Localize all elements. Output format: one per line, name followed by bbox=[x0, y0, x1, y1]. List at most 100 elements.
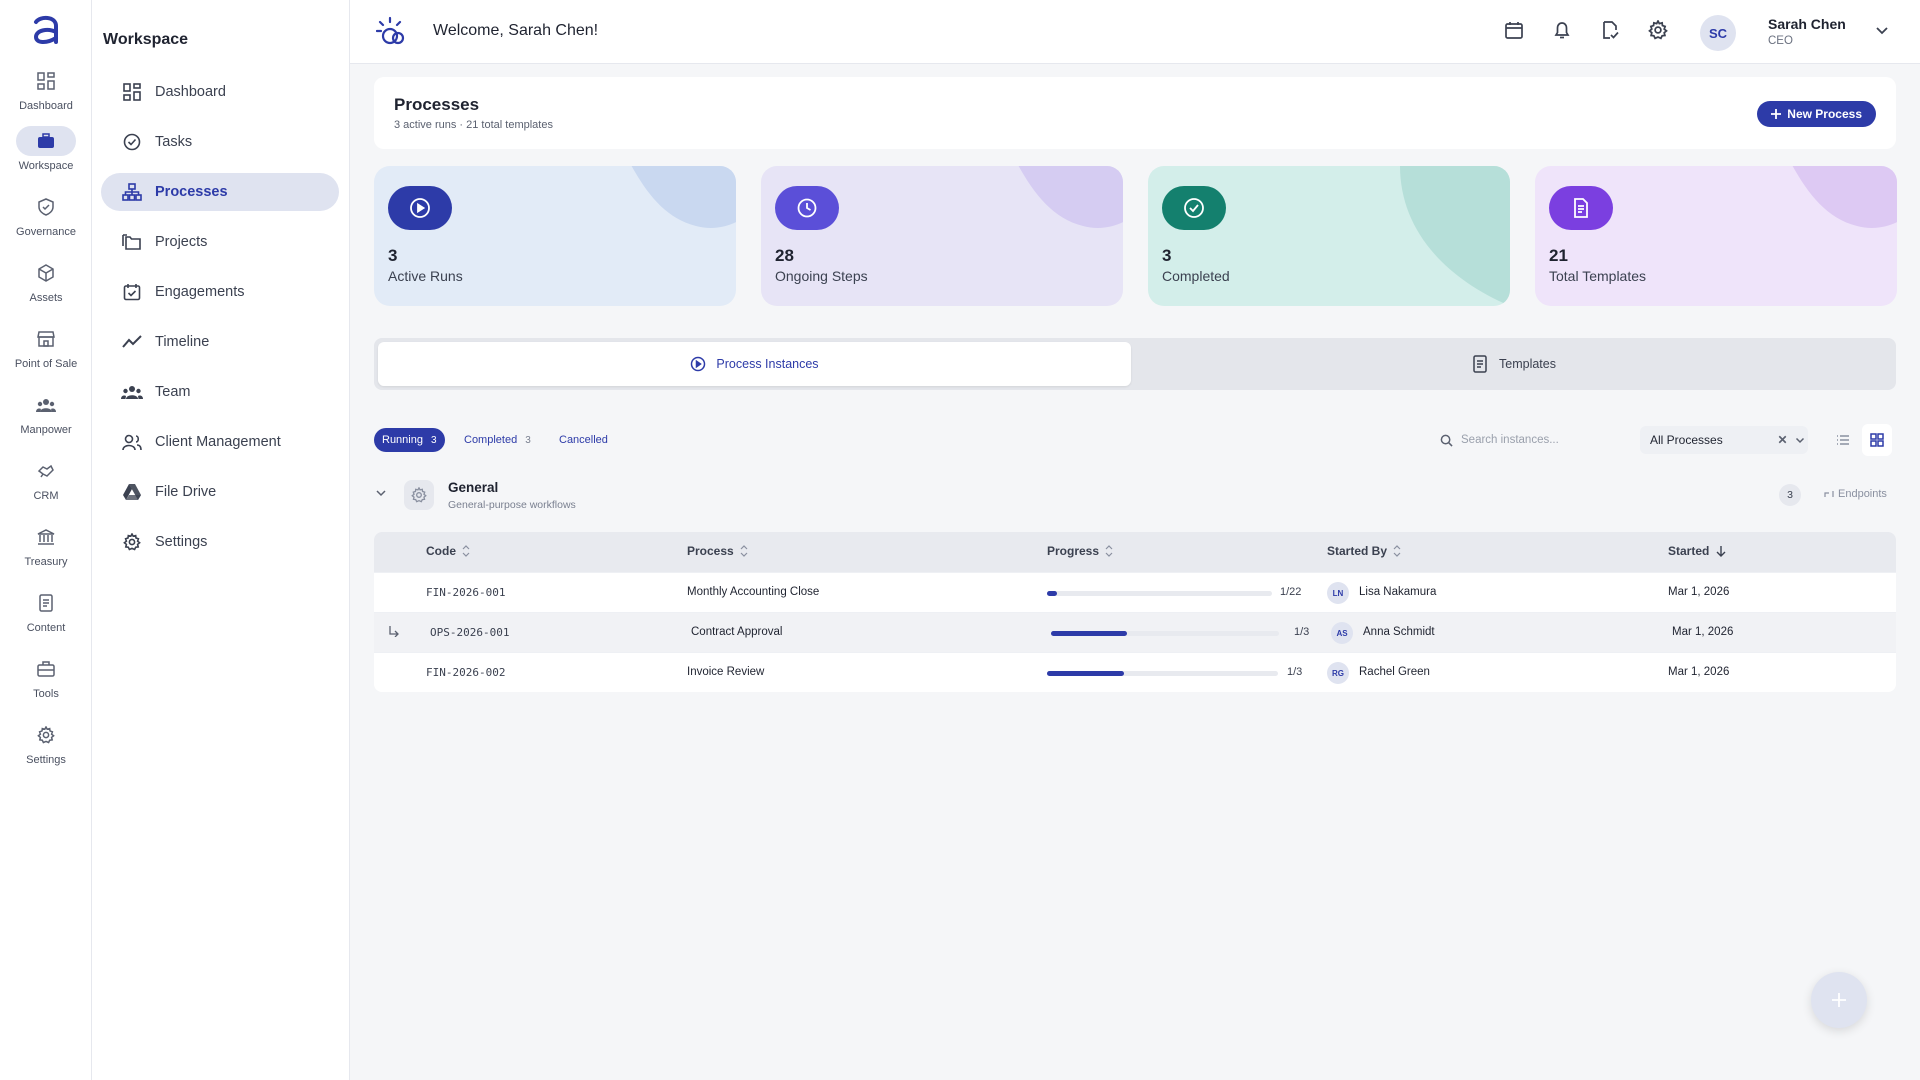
bank-icon bbox=[16, 522, 76, 552]
sidebar-item-timeline[interactable]: Timeline bbox=[101, 323, 339, 361]
process-filter-select[interactable]: All Processes bbox=[1640, 426, 1808, 454]
column-header-started[interactable]: Started bbox=[1668, 544, 1727, 558]
list-view-icon[interactable] bbox=[1828, 424, 1858, 456]
filter-completed[interactable]: Completed 3 bbox=[456, 428, 539, 452]
column-header-code[interactable]: Code bbox=[426, 544, 470, 558]
cell-started-by: Anna Schmidt bbox=[1363, 626, 1435, 638]
stat-label: Completed bbox=[1162, 268, 1230, 284]
rail-item-treasury[interactable]: Treasury bbox=[0, 522, 92, 582]
avatar: LN bbox=[1327, 582, 1349, 604]
column-header-progress[interactable]: Progress bbox=[1047, 544, 1113, 558]
endpoints-link[interactable]: Endpoints bbox=[1824, 488, 1887, 500]
document-icon bbox=[1549, 186, 1613, 230]
toolbox-icon bbox=[16, 654, 76, 684]
sidebar-item-team[interactable]: Team bbox=[101, 373, 339, 411]
table-row[interactable]: FIN-2026-001 Monthly Accounting Close 1/… bbox=[374, 572, 1896, 612]
sidebar-item-label: Settings bbox=[155, 534, 208, 550]
bell-icon[interactable] bbox=[1552, 20, 1574, 42]
chevron-down-icon[interactable] bbox=[374, 486, 392, 504]
cell-code[interactable]: FIN-2026-001 bbox=[426, 586, 505, 599]
progress-fill bbox=[1047, 591, 1058, 596]
progress-bar bbox=[1051, 631, 1279, 636]
rail-item-dashboard[interactable]: Dashboard bbox=[0, 66, 92, 126]
cell-process[interactable]: Contract Approval bbox=[691, 626, 782, 638]
rail-item-governance[interactable]: Governance bbox=[0, 192, 92, 252]
settings-gear-icon[interactable] bbox=[1648, 20, 1670, 42]
sidebar-item-engagements[interactable]: Engagements bbox=[101, 273, 339, 311]
rail-label: Content bbox=[26, 622, 66, 634]
stat-card-total-templates[interactable]: 21 Total Templates bbox=[1535, 166, 1897, 306]
view-tabs: Process Instances Templates bbox=[374, 338, 1896, 390]
sidebar-item-label: Team bbox=[155, 384, 191, 400]
add-fab-button[interactable] bbox=[1811, 972, 1867, 1028]
sidebar-item-processes[interactable]: Processes bbox=[101, 173, 339, 211]
play-circle-icon bbox=[388, 186, 452, 230]
tab-templates[interactable]: Templates bbox=[1135, 342, 1892, 386]
chevron-down-icon[interactable] bbox=[1794, 434, 1806, 446]
progress-bar bbox=[1047, 591, 1272, 596]
stat-card-completed[interactable]: 3 Completed bbox=[1148, 166, 1510, 306]
filter-running[interactable]: Running 3 bbox=[374, 428, 445, 452]
welcome-message: Welcome, Sarah Chen! bbox=[433, 22, 599, 39]
column-header-started-by[interactable]: Started By bbox=[1327, 544, 1401, 558]
cell-started-by: Lisa Nakamura bbox=[1359, 586, 1437, 598]
user-name[interactable]: Sarah Chen bbox=[1768, 16, 1846, 32]
decorative-blob bbox=[1018, 166, 1123, 228]
cell-code[interactable]: OPS-2026-001 bbox=[430, 626, 509, 639]
user-avatar[interactable]: SC bbox=[1700, 15, 1736, 51]
rail-item-content[interactable]: Content bbox=[0, 588, 92, 648]
rail-item-settings[interactable]: Settings bbox=[0, 720, 92, 780]
page-subtitle: 3 active runs · 21 total templates bbox=[394, 119, 553, 131]
page-title: Processes bbox=[394, 95, 480, 114]
sidebar-item-projects[interactable]: Projects bbox=[101, 223, 339, 261]
people-icon bbox=[16, 390, 76, 420]
rail-label: Point of Sale bbox=[14, 358, 78, 370]
rail-item-workspace[interactable]: Workspace bbox=[0, 126, 92, 186]
rail-item-manpower[interactable]: Manpower bbox=[0, 390, 92, 450]
app-logo-icon[interactable] bbox=[28, 12, 64, 48]
table-row[interactable]: OPS-2026-001 Contract Approval 1/3 AS An… bbox=[374, 612, 1896, 652]
sidebar-item-file-drive[interactable]: File Drive bbox=[101, 473, 339, 511]
progress-text: 1/3 bbox=[1294, 626, 1310, 638]
process-instances-table: Code Process Progress Started By Started… bbox=[374, 532, 1896, 692]
stat-card-ongoing-steps[interactable]: 28 Ongoing Steps bbox=[761, 166, 1123, 306]
sidebar-item-label: Timeline bbox=[155, 334, 210, 350]
stat-card-active-runs[interactable]: 3 Active Runs bbox=[374, 166, 736, 306]
cell-started: Mar 1, 2026 bbox=[1668, 666, 1730, 678]
client-icon bbox=[121, 431, 143, 453]
sidebar-item-dashboard[interactable]: Dashboard bbox=[101, 73, 339, 111]
chevron-down-icon[interactable] bbox=[1874, 22, 1892, 40]
cell-started-by: Rachel Green bbox=[1359, 666, 1430, 678]
task-document-icon[interactable] bbox=[1600, 20, 1622, 42]
cube-icon bbox=[16, 258, 76, 288]
rail-item-crm[interactable]: CRM bbox=[0, 456, 92, 516]
clear-icon[interactable] bbox=[1776, 433, 1789, 446]
sidebar-item-tasks[interactable]: Tasks bbox=[101, 123, 339, 161]
folders-icon bbox=[121, 231, 143, 253]
sidebar-item-client-management[interactable]: Client Management bbox=[101, 423, 339, 461]
cell-process[interactable]: Monthly Accounting Close bbox=[687, 586, 819, 598]
rail-item-point-of-sale[interactable]: Point of Sale bbox=[0, 324, 92, 384]
tab-process-instances[interactable]: Process Instances bbox=[378, 342, 1131, 386]
calendar-icon[interactable] bbox=[1504, 20, 1526, 42]
rail-item-assets[interactable]: Assets bbox=[0, 258, 92, 318]
calendar-check-icon bbox=[121, 281, 143, 303]
table-row[interactable]: FIN-2026-002 Invoice Review 1/3 RG Rache… bbox=[374, 652, 1896, 692]
rail-item-tools[interactable]: Tools bbox=[0, 654, 92, 714]
filter-cancelled[interactable]: Cancelled bbox=[551, 428, 616, 452]
search-input[interactable] bbox=[1461, 434, 1621, 446]
briefcase-icon bbox=[16, 126, 76, 156]
cell-code[interactable]: FIN-2026-002 bbox=[426, 666, 505, 679]
progress-text: 1/22 bbox=[1280, 586, 1302, 598]
column-header-process[interactable]: Process bbox=[687, 544, 748, 558]
pill-label: Cancelled bbox=[559, 434, 608, 446]
rail-label: Tools bbox=[33, 688, 59, 700]
store-icon bbox=[16, 324, 76, 354]
sidebar-item-settings[interactable]: Settings bbox=[101, 523, 339, 561]
cell-process[interactable]: Invoice Review bbox=[687, 666, 764, 678]
sidebar-item-label: Tasks bbox=[155, 134, 193, 150]
grid-view-icon[interactable] bbox=[1862, 424, 1892, 456]
stat-label: Active Runs bbox=[388, 268, 463, 284]
new-process-button[interactable]: New Process bbox=[1757, 101, 1876, 127]
progress-text: 1/3 bbox=[1287, 666, 1303, 678]
